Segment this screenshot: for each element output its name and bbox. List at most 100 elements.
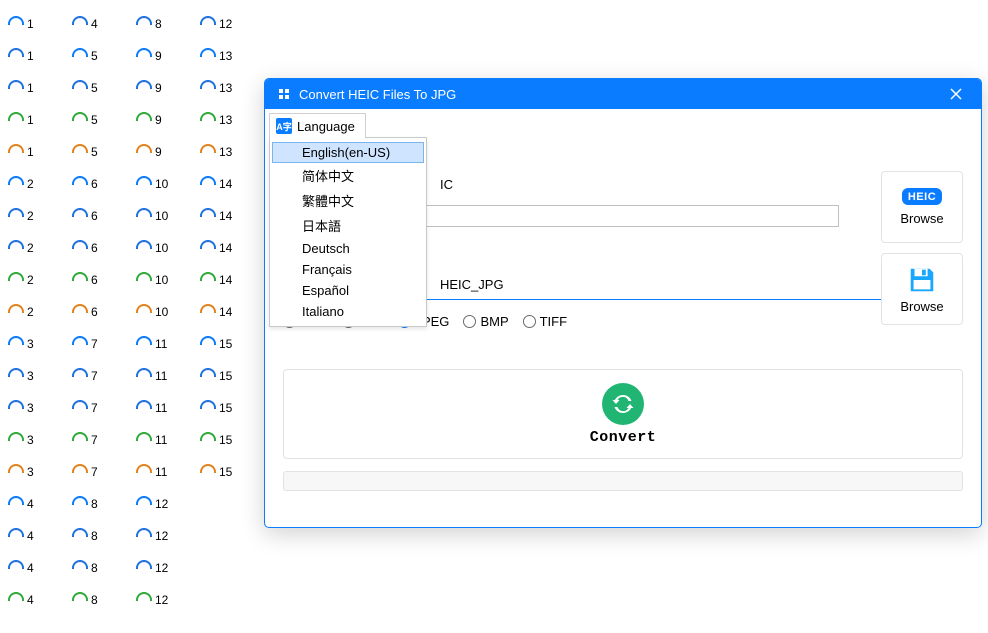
file-item[interactable]: JPG6 xyxy=(68,232,132,264)
file-item[interactable]: PNG9 xyxy=(132,104,196,136)
png-file-icon: PNG xyxy=(135,271,153,289)
file-item[interactable]: BMP7 xyxy=(68,328,132,360)
file-item[interactable]: JPG4 xyxy=(68,8,132,40)
file-number: 2 xyxy=(27,273,34,287)
file-item[interactable]: BMP2 xyxy=(4,168,68,200)
file-item[interactable]: JPG5 xyxy=(68,72,132,104)
file-item[interactable]: BMP15 xyxy=(196,328,260,360)
file-item[interactable]: PNG6 xyxy=(68,264,132,296)
file-item[interactable]: JPG13 xyxy=(196,72,260,104)
file-item[interactable]: BMP14 xyxy=(196,168,260,200)
language-tab[interactable]: A字 Language xyxy=(269,113,366,138)
file-item[interactable]: TIF9 xyxy=(132,136,196,168)
file-item[interactable]: TIF14 xyxy=(196,296,260,328)
language-option[interactable]: Deutsch xyxy=(272,238,424,259)
file-item[interactable]: JPG4 xyxy=(4,552,68,584)
file-item[interactable]: JPG8 xyxy=(68,552,132,584)
file-item[interactable]: TIF15 xyxy=(196,456,260,488)
file-number: 3 xyxy=(27,401,34,415)
file-item[interactable]: PNG13 xyxy=(196,104,260,136)
language-option[interactable]: Français xyxy=(272,259,424,280)
file-item[interactable]: JPG14 xyxy=(196,232,260,264)
file-item[interactable]: JPG12 xyxy=(132,552,196,584)
file-item[interactable]: PNG15 xyxy=(196,424,260,456)
jpg-file-icon: JPG xyxy=(135,79,153,97)
file-item[interactable]: JPG15 xyxy=(196,360,260,392)
language-option[interactable]: 日本語 xyxy=(272,213,424,238)
file-number: 1 xyxy=(27,145,34,159)
file-item[interactable]: JPG1 xyxy=(4,72,68,104)
tif-file-icon: TIF xyxy=(71,463,89,481)
file-item[interactable]: TIF3 xyxy=(4,456,68,488)
file-item[interactable]: TIF7 xyxy=(68,456,132,488)
file-item[interactable]: JPG2 xyxy=(4,200,68,232)
file-item[interactable]: TIF2 xyxy=(4,296,68,328)
file-item[interactable]: PNG11 xyxy=(132,424,196,456)
file-item[interactable]: BMP4 xyxy=(4,488,68,520)
language-option[interactable]: Español xyxy=(272,280,424,301)
file-item[interactable]: BMP11 xyxy=(132,328,196,360)
file-item[interactable]: JPG10 xyxy=(132,232,196,264)
file-item[interactable]: JPG11 xyxy=(132,360,196,392)
file-item[interactable]: PNG10 xyxy=(132,264,196,296)
png-file-icon: PNG xyxy=(135,431,153,449)
file-number: 9 xyxy=(155,81,162,95)
file-item[interactable]: PNG7 xyxy=(68,424,132,456)
file-item[interactable]: JPG11 xyxy=(132,392,196,424)
file-item[interactable]: BMP5 xyxy=(68,40,132,72)
file-number: 8 xyxy=(155,17,162,31)
convert-button[interactable]: Convert xyxy=(283,369,963,459)
file-item[interactable]: PNG8 xyxy=(68,584,132,616)
file-item[interactable]: JPG6 xyxy=(68,200,132,232)
format-radio-bmp[interactable]: BMP xyxy=(463,314,508,329)
file-item[interactable]: JPG10 xyxy=(132,200,196,232)
file-item[interactable]: PNG14 xyxy=(196,264,260,296)
file-item[interactable]: TIF6 xyxy=(68,296,132,328)
file-item[interactable]: TIF5 xyxy=(68,136,132,168)
file-item[interactable]: JPG12 xyxy=(196,8,260,40)
file-item[interactable]: BMP1 xyxy=(4,8,68,40)
file-item[interactable]: TIF1 xyxy=(4,136,68,168)
file-item[interactable]: TIF13 xyxy=(196,136,260,168)
file-item[interactable]: PNG2 xyxy=(4,264,68,296)
file-item[interactable]: TIF10 xyxy=(132,296,196,328)
file-item[interactable]: BMP6 xyxy=(68,168,132,200)
file-number: 6 xyxy=(91,209,98,223)
file-item[interactable]: JPG9 xyxy=(132,72,196,104)
file-item[interactable]: PNG5 xyxy=(68,104,132,136)
language-option[interactable]: 简体中文 xyxy=(272,163,424,188)
language-option[interactable]: Italiano xyxy=(272,301,424,322)
file-item[interactable]: JPG1 xyxy=(4,40,68,72)
file-item[interactable]: JPG8 xyxy=(132,8,196,40)
file-item[interactable]: JPG4 xyxy=(4,520,68,552)
file-item[interactable]: PNG4 xyxy=(4,584,68,616)
file-item[interactable]: BMP3 xyxy=(4,328,68,360)
file-item[interactable]: JPG8 xyxy=(68,520,132,552)
close-button[interactable] xyxy=(943,88,969,100)
language-option[interactable]: English(en-US) xyxy=(272,142,424,163)
browse-output-button[interactable]: Browse xyxy=(881,253,963,325)
titlebar[interactable]: Convert HEIC Files To JPG xyxy=(265,79,981,109)
file-item[interactable]: BMP10 xyxy=(132,168,196,200)
file-number: 13 xyxy=(219,113,232,127)
file-item[interactable]: JPG12 xyxy=(132,520,196,552)
file-item[interactable]: PNG3 xyxy=(4,424,68,456)
file-item[interactable]: JPG7 xyxy=(68,360,132,392)
language-option[interactable]: 繁體中文 xyxy=(272,188,424,213)
file-item[interactable]: JPG7 xyxy=(68,392,132,424)
file-item[interactable]: PNG12 xyxy=(132,584,196,616)
file-item[interactable]: JPG3 xyxy=(4,392,68,424)
file-item[interactable]: JPG15 xyxy=(196,392,260,424)
file-item[interactable]: TIF11 xyxy=(132,456,196,488)
file-item[interactable]: PNG1 xyxy=(4,104,68,136)
file-item[interactable]: JPG14 xyxy=(196,200,260,232)
file-item[interactable]: BMP13 xyxy=(196,40,260,72)
file-item[interactable]: JPG2 xyxy=(4,232,68,264)
browse-input-button[interactable]: HEIC Browse xyxy=(881,171,963,243)
file-item[interactable]: BMP12 xyxy=(132,488,196,520)
file-item[interactable]: JPG3 xyxy=(4,360,68,392)
format-radio-tiff[interactable]: TIFF xyxy=(523,314,567,329)
file-item[interactable]: BMP8 xyxy=(68,488,132,520)
convert-label: Convert xyxy=(590,429,657,446)
file-item[interactable]: BMP9 xyxy=(132,40,196,72)
